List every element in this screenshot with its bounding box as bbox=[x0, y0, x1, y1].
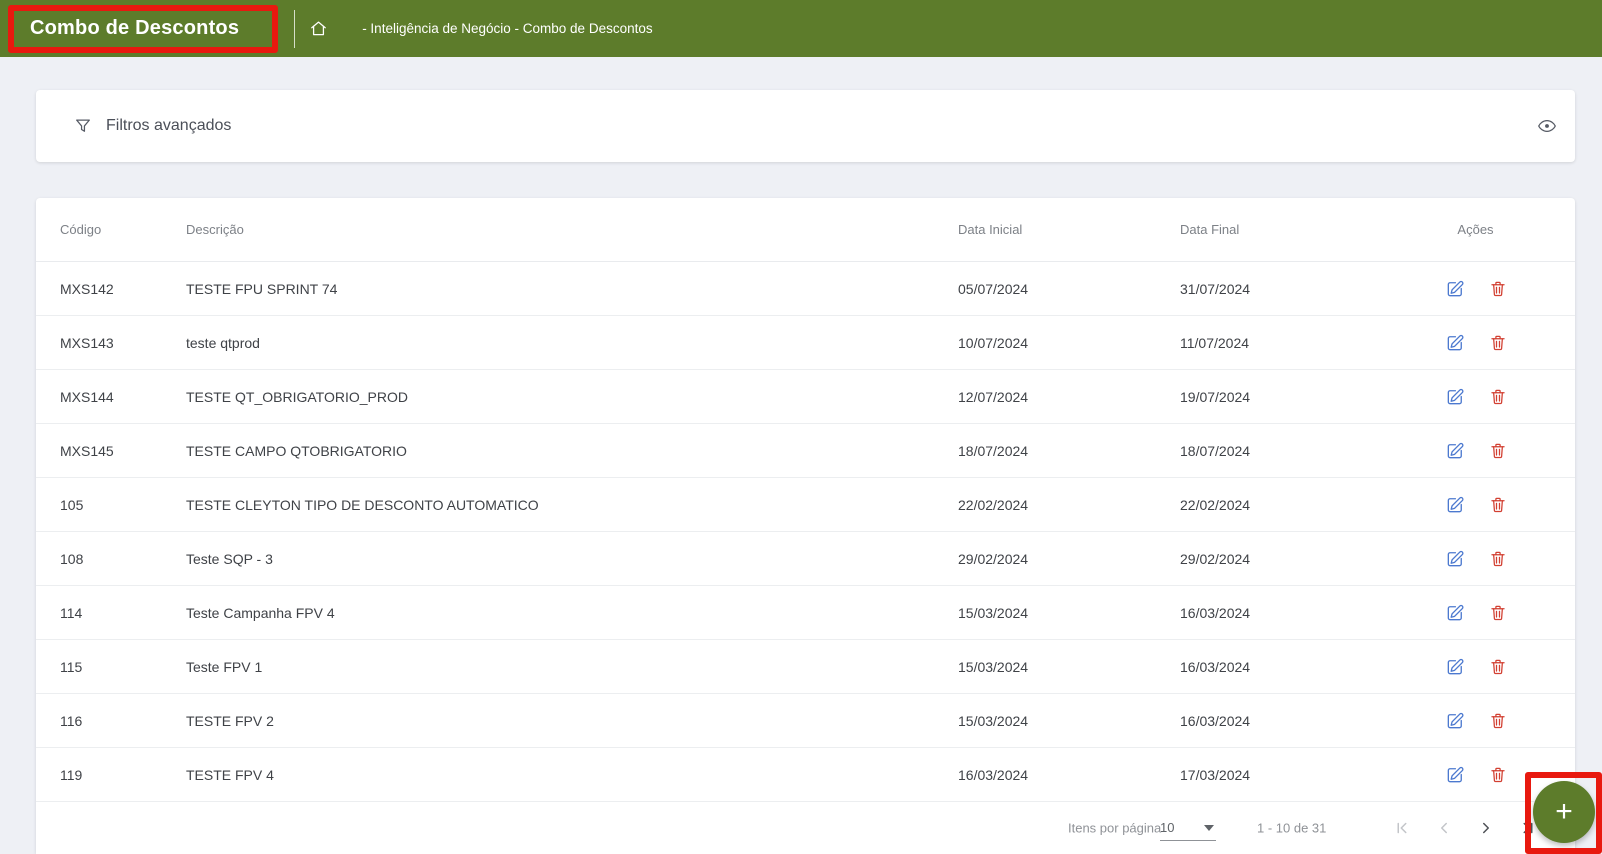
cell-data-inicial: 16/03/2024 bbox=[958, 766, 1029, 783]
previous-page-button[interactable] bbox=[1435, 819, 1453, 837]
delete-button[interactable] bbox=[1489, 441, 1507, 460]
cell-descricao: Teste SQP - 3 bbox=[186, 550, 273, 567]
column-header-codigo: Código bbox=[60, 222, 102, 237]
home-icon[interactable] bbox=[309, 19, 328, 38]
delete-button[interactable] bbox=[1489, 603, 1507, 622]
table-row: 116 TESTE FPV 2 15/03/2024 16/03/2024 bbox=[36, 694, 1575, 748]
page-title: Combo de Descontos bbox=[30, 17, 240, 39]
app-header: Combo de Descontos - Inteligência de Neg… bbox=[0, 0, 1602, 57]
table-header-row: Código Descrição Data Inicial Data Final… bbox=[36, 198, 1575, 262]
add-button[interactable]: + bbox=[1533, 781, 1595, 843]
table-row: 105 TESTE CLEYTON TIPO DE DESCONTO AUTOM… bbox=[36, 478, 1575, 532]
delete-button[interactable] bbox=[1489, 279, 1507, 298]
cell-descricao: TESTE QT_OBRIGATORIO_PROD bbox=[186, 388, 408, 405]
cell-codigo: MXS144 bbox=[60, 388, 114, 405]
cell-descricao: TESTE CLEYTON TIPO DE DESCONTO AUTOMATIC… bbox=[186, 496, 539, 513]
delete-button[interactable] bbox=[1489, 549, 1507, 568]
table-row: 115 Teste FPV 1 15/03/2024 16/03/2024 bbox=[36, 640, 1575, 694]
edit-button[interactable] bbox=[1445, 495, 1465, 515]
cell-data-inicial: 29/02/2024 bbox=[958, 550, 1029, 567]
cell-codigo: 114 bbox=[60, 604, 83, 621]
eye-icon[interactable] bbox=[1537, 116, 1557, 136]
cell-data-final: 18/07/2024 bbox=[1180, 442, 1251, 459]
delete-button[interactable] bbox=[1489, 657, 1507, 676]
column-header-descricao: Descrição bbox=[186, 222, 244, 237]
filters-panel: Filtros avançados bbox=[36, 90, 1575, 162]
cell-data-final: 31/07/2024 bbox=[1180, 280, 1251, 297]
cell-codigo: 115 bbox=[60, 658, 83, 675]
discount-combos-table: Código Descrição Data Inicial Data Final… bbox=[36, 198, 1575, 854]
cell-data-final: 22/02/2024 bbox=[1180, 496, 1251, 513]
column-header-acoes: Ações bbox=[1457, 222, 1494, 237]
edit-button[interactable] bbox=[1445, 279, 1465, 299]
delete-button[interactable] bbox=[1489, 333, 1507, 352]
table-row: MXS142 TESTE FPU SPRINT 74 05/07/2024 31… bbox=[36, 262, 1575, 316]
edit-button[interactable] bbox=[1445, 441, 1465, 461]
edit-button[interactable] bbox=[1445, 333, 1465, 353]
cell-codigo: MXS142 bbox=[60, 280, 114, 297]
first-page-button[interactable] bbox=[1393, 819, 1411, 837]
breadcrumb: - Inteligência de Negócio - Combo de Des… bbox=[362, 21, 653, 36]
items-per-page-select[interactable]: 10 bbox=[1160, 815, 1216, 841]
advanced-filters-toggle[interactable]: Filtros avançados bbox=[74, 117, 231, 135]
cell-codigo: 116 bbox=[60, 712, 83, 729]
cell-codigo: 119 bbox=[60, 766, 83, 783]
cell-codigo: MXS143 bbox=[60, 334, 114, 351]
edit-button[interactable] bbox=[1445, 711, 1465, 731]
caret-down-icon bbox=[1204, 824, 1214, 831]
items-per-page-value: 10 bbox=[1160, 820, 1175, 835]
items-per-page-label: Itens por página bbox=[1068, 820, 1162, 836]
edit-button[interactable] bbox=[1445, 765, 1465, 785]
edit-button[interactable] bbox=[1445, 387, 1465, 407]
delete-button[interactable] bbox=[1489, 495, 1507, 514]
cell-codigo: MXS145 bbox=[60, 442, 114, 459]
cell-descricao: Teste FPV 1 bbox=[186, 658, 263, 675]
pagination-bar: Itens por página 10 1 - 10 de 31 bbox=[36, 802, 1575, 854]
cell-descricao: Teste Campanha FPV 4 bbox=[186, 604, 335, 621]
column-header-data-final: Data Final bbox=[1180, 222, 1240, 237]
cell-data-inicial: 18/07/2024 bbox=[958, 442, 1029, 459]
cell-descricao: teste qtprod bbox=[186, 334, 260, 351]
cell-data-final: 16/03/2024 bbox=[1180, 658, 1251, 675]
edit-button[interactable] bbox=[1445, 657, 1465, 677]
page-range-label: 1 - 10 de 31 bbox=[1257, 820, 1327, 836]
edit-button[interactable] bbox=[1445, 603, 1465, 623]
cell-descricao: TESTE FPV 2 bbox=[186, 712, 274, 729]
cell-data-inicial: 15/03/2024 bbox=[958, 712, 1029, 729]
table-row: MXS144 TESTE QT_OBRIGATORIO_PROD 12/07/2… bbox=[36, 370, 1575, 424]
cell-data-inicial: 15/03/2024 bbox=[958, 658, 1029, 675]
next-page-button[interactable] bbox=[1477, 819, 1495, 837]
delete-button[interactable] bbox=[1489, 765, 1507, 784]
cell-codigo: 105 bbox=[60, 496, 84, 513]
header-divider bbox=[294, 9, 296, 48]
cell-data-final: 16/03/2024 bbox=[1180, 712, 1251, 729]
funnel-icon bbox=[74, 117, 92, 135]
cell-descricao: TESTE CAMPO QTOBRIGATORIO bbox=[186, 442, 407, 459]
cell-descricao: TESTE FPV 4 bbox=[186, 766, 274, 783]
column-header-data-inicial: Data Inicial bbox=[958, 222, 1023, 237]
cell-data-final: 19/07/2024 bbox=[1180, 388, 1251, 405]
cell-data-final: 16/03/2024 bbox=[1180, 604, 1251, 621]
cell-codigo: 108 bbox=[60, 550, 84, 567]
cell-data-final: 17/03/2024 bbox=[1180, 766, 1251, 783]
cell-data-inicial: 10/07/2024 bbox=[958, 334, 1029, 351]
cell-data-inicial: 22/02/2024 bbox=[958, 496, 1029, 513]
cell-data-inicial: 05/07/2024 bbox=[958, 280, 1029, 297]
table-row: 108 Teste SQP - 3 29/02/2024 29/02/2024 bbox=[36, 532, 1575, 586]
cell-data-inicial: 12/07/2024 bbox=[958, 388, 1029, 405]
advanced-filters-label: Filtros avançados bbox=[106, 117, 232, 134]
edit-button[interactable] bbox=[1445, 549, 1465, 569]
cell-descricao: TESTE FPU SPRINT 74 bbox=[186, 280, 338, 297]
table-row: MXS145 TESTE CAMPO QTOBRIGATORIO 18/07/2… bbox=[36, 424, 1575, 478]
cell-data-final: 11/07/2024 bbox=[1180, 334, 1250, 351]
cell-data-final: 29/02/2024 bbox=[1180, 550, 1251, 567]
cell-data-inicial: 15/03/2024 bbox=[958, 604, 1029, 621]
table-row: 114 Teste Campanha FPV 4 15/03/2024 16/0… bbox=[36, 586, 1575, 640]
delete-button[interactable] bbox=[1489, 711, 1507, 730]
delete-button[interactable] bbox=[1489, 387, 1507, 406]
table-row: 119 TESTE FPV 4 16/03/2024 17/03/2024 bbox=[36, 748, 1575, 802]
table-row: MXS143 teste qtprod 10/07/2024 11/07/202… bbox=[36, 316, 1575, 370]
